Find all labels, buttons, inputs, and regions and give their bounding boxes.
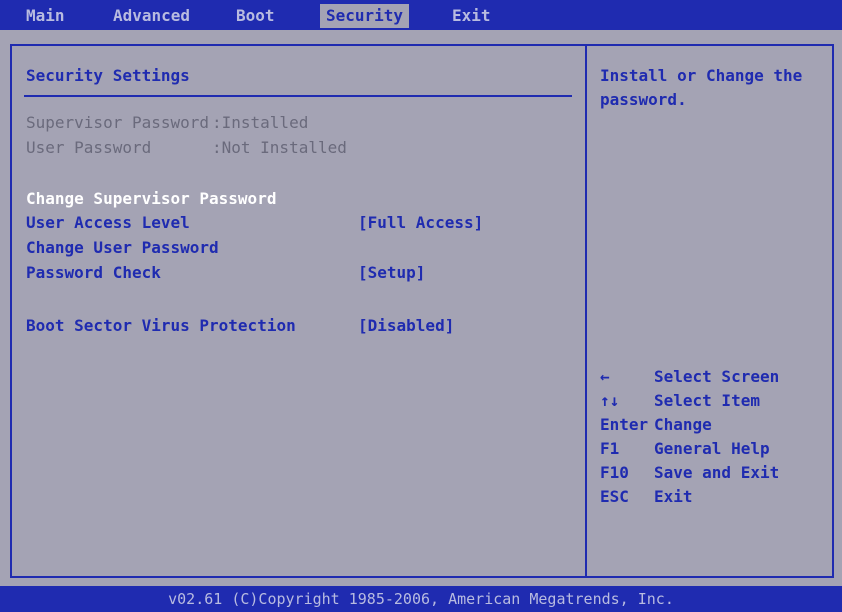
tab-security[interactable]: Security [320, 4, 410, 28]
key-action-exit: Exit [654, 487, 693, 506]
up-down-arrow-icon: ↑↓ [600, 391, 620, 410]
key-enter: Enter [600, 415, 649, 434]
left-arrow-icon: ← [600, 367, 610, 386]
help-text-line2: password. [600, 90, 687, 109]
supervisor-password-status: :Installed [212, 113, 309, 132]
page-title: Security Settings [26, 66, 190, 85]
key-esc: ESC [600, 487, 629, 506]
user-access-level-item[interactable]: User Access Level [26, 213, 190, 233]
change-user-password-item[interactable]: Change User Password [26, 238, 219, 258]
key-action-select-screen: Select Screen [654, 367, 780, 386]
key-action-general-help: General Help [654, 439, 770, 458]
help-text-line1: Install or Change the [600, 66, 803, 85]
key-f10: F10 [600, 463, 629, 482]
panel-divider [585, 44, 587, 578]
boot-sector-virus-protection-value[interactable]: [Disabled] [358, 316, 454, 336]
key-f1: F1 [600, 439, 620, 458]
change-supervisor-password-item[interactable]: Change Supervisor Password [26, 189, 276, 209]
key-action-save-and-exit: Save and Exit [654, 463, 780, 482]
password-check-item[interactable]: Password Check [26, 263, 161, 283]
user-password-status: :Not Installed [212, 138, 347, 157]
supervisor-password-label: Supervisor Password [26, 113, 210, 132]
password-check-value[interactable]: [Setup] [358, 263, 425, 283]
key-action-change: Change [654, 415, 712, 434]
boot-sector-virus-protection-item[interactable]: Boot Sector Virus Protection [26, 316, 296, 336]
title-underline [24, 95, 572, 97]
tab-exit[interactable]: Exit [452, 4, 491, 28]
key-action-select-item: Select Item [654, 391, 760, 410]
tab-boot[interactable]: Boot [236, 4, 275, 28]
user-password-label: User Password [26, 138, 152, 157]
menu-bar: Main Advanced Boot Security Exit [0, 0, 842, 30]
tab-advanced[interactable]: Advanced [113, 4, 190, 28]
tab-main[interactable]: Main [26, 4, 65, 28]
copyright-footer: v02.61 (C)Copyright 1985-2006, American … [0, 586, 842, 612]
user-access-level-value[interactable]: [Full Access] [358, 213, 483, 233]
